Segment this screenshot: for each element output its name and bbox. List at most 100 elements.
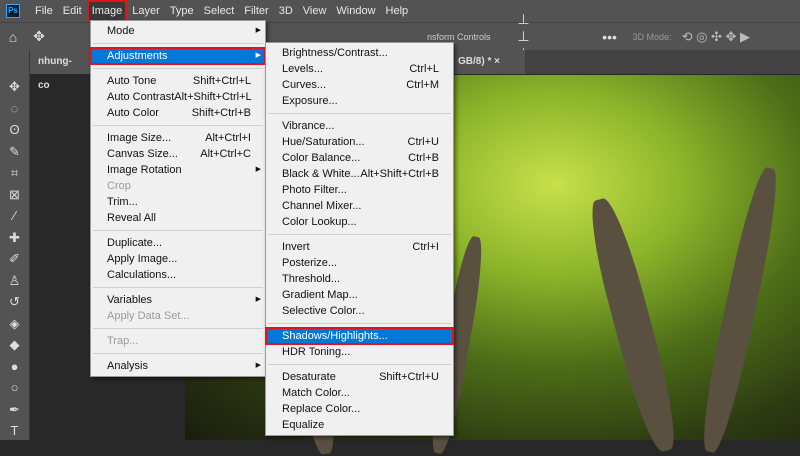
- menu-item-label: Hue/Saturation...: [282, 136, 365, 148]
- menu-item-auto-tone[interactable]: Auto Tone Shift+Ctrl+L: [91, 73, 265, 89]
- menu-image[interactable]: Image: [86, 0, 128, 22]
- menu-item-shadows-highlights[interactable]: Shadows/Highlights...: [265, 327, 454, 345]
- menu-item-selective-color[interactable]: Selective Color...: [266, 303, 453, 319]
- menu-item-brightness-contrast[interactable]: Brightness/Contrast...: [266, 45, 453, 61]
- menu-item-levels[interactable]: Levels... Ctrl+L: [266, 61, 453, 77]
- menu-filter[interactable]: Filter: [239, 0, 273, 22]
- menu-item-reveal-all[interactable]: Reveal All: [91, 210, 265, 226]
- menu-item-label: Replace Color...: [282, 403, 361, 415]
- blur-tool-icon[interactable]: ●: [0, 356, 29, 378]
- move-tool-icon[interactable]: ✥: [0, 76, 29, 98]
- home-icon[interactable]: ⌂: [0, 29, 26, 45]
- pen-tool-icon[interactable]: ✒: [0, 399, 29, 421]
- menu-item-shortcut: Alt+Ctrl+C: [200, 148, 251, 160]
- document-tab-active[interactable]: GB/8) * ×: [450, 50, 525, 74]
- menu-view[interactable]: View: [298, 0, 332, 22]
- lasso-tool-icon[interactable]: ʘ: [0, 119, 29, 141]
- menu-item-image-rotation[interactable]: Image Rotation ▶: [91, 162, 265, 178]
- menu-item-posterize[interactable]: Posterize...: [266, 255, 453, 271]
- menu-item-black-white[interactable]: Black & White... Alt+Shift+Ctrl+B: [266, 166, 453, 182]
- menu-item-label: Crop: [107, 180, 131, 192]
- menu-item-label: Image Rotation: [107, 164, 182, 176]
- menu-item-adjustments[interactable]: Adjustments ▶: [90, 47, 266, 65]
- menu-item-label: Posterize...: [282, 257, 338, 269]
- paint-bucket-icon[interactable]: ◆: [0, 334, 29, 356]
- menu-item-label: Auto Color: [107, 107, 159, 119]
- menu-item-image-size[interactable]: Image Size... Alt+Ctrl+I: [91, 130, 265, 146]
- submenu-arrow-icon: ▶: [255, 362, 261, 369]
- menu-item-equalize[interactable]: Equalize: [266, 417, 453, 433]
- menu-separator: [93, 230, 263, 231]
- menu-item-apply-data-set: Apply Data Set...: [91, 308, 265, 324]
- menu-file[interactable]: File: [30, 0, 58, 22]
- menu-item-hdr-toning[interactable]: HDR Toning...: [266, 344, 453, 360]
- brush-tool-icon[interactable]: ✐: [0, 248, 29, 270]
- menu-item-exposure[interactable]: Exposure...: [266, 93, 453, 109]
- history-brush-icon[interactable]: ↺: [0, 291, 29, 313]
- menu-item-label: Duplicate...: [107, 237, 163, 249]
- eyedropper-icon[interactable]: ⁄: [0, 205, 29, 227]
- menu-edit[interactable]: Edit: [58, 0, 87, 22]
- document-tab[interactable]: nhung-co: [30, 50, 90, 91]
- menu-help[interactable]: Help: [381, 0, 414, 22]
- menu-item-variables[interactable]: Variables ▶: [91, 292, 265, 308]
- frame-tool-icon[interactable]: ⊠: [0, 184, 29, 206]
- more-icon[interactable]: •••: [597, 29, 623, 45]
- menu-item-auto-contrast[interactable]: Auto Contrast Alt+Shift+Ctrl+L: [91, 89, 265, 105]
- type-tool-icon[interactable]: T: [0, 420, 29, 442]
- menu-item-replace-color[interactable]: Replace Color...: [266, 401, 453, 417]
- stamp-tool-icon[interactable]: ♙: [0, 270, 29, 292]
- menu-item-auto-color[interactable]: Auto Color Shift+Ctrl+B: [91, 105, 265, 121]
- menu-separator: [268, 364, 451, 365]
- submenu-arrow-icon: ▶: [255, 52, 261, 59]
- dodge-tool-icon[interactable]: ○: [0, 377, 29, 399]
- menu-item-shortcut: Alt+Shift+Ctrl+B: [360, 168, 439, 180]
- menu-item-color-balance[interactable]: Color Balance... Ctrl+B: [266, 150, 453, 166]
- menu-select[interactable]: Select: [199, 0, 240, 22]
- menu-item-invert[interactable]: Invert Ctrl+I: [266, 239, 453, 255]
- menu-item-label: Color Balance...: [282, 152, 361, 164]
- menu-item-trap: Trap...: [91, 333, 265, 349]
- menu-item-match-color[interactable]: Match Color...: [266, 385, 453, 401]
- menu-item-duplicate[interactable]: Duplicate...: [91, 235, 265, 251]
- menu-item-label: Variables: [107, 294, 153, 306]
- 3d-tools-icons[interactable]: ⟲ ◎ ✣ ✥ ▶: [682, 29, 750, 45]
- crop-tool-icon[interactable]: ⌗: [0, 162, 29, 184]
- menu-item-analysis[interactable]: Analysis ▶: [91, 358, 265, 374]
- menu-item-label: Brightness/Contrast...: [282, 47, 388, 59]
- menu-type[interactable]: Type: [165, 0, 199, 22]
- menu-layer[interactable]: Layer: [127, 0, 165, 22]
- submenu-arrow-icon: ▶: [255, 166, 261, 173]
- menu-item-curves[interactable]: Curves... Ctrl+M: [266, 77, 453, 93]
- menu-item-label: Apply Image...: [107, 253, 178, 265]
- menu-item-color-lookup[interactable]: Color Lookup...: [266, 214, 453, 230]
- menu-item-calculations[interactable]: Calculations...: [91, 267, 265, 283]
- menu-item-label: Trim...: [107, 196, 138, 208]
- menu-item-apply-image[interactable]: Apply Image...: [91, 251, 265, 267]
- menu-item-vibrance[interactable]: Vibrance...: [266, 118, 453, 134]
- menu-item-threshold[interactable]: Threshold...: [266, 271, 453, 287]
- menu-separator: [93, 287, 263, 288]
- image-menu: Mode ▶ Adjustments ▶ Auto Tone Shift+Ctrl+L Au…: [90, 20, 266, 377]
- eraser-icon[interactable]: ◈: [0, 313, 29, 335]
- menu-item-crop: Crop: [91, 178, 265, 194]
- menu-item-label: Equalize: [282, 419, 325, 431]
- menu-item-mode[interactable]: Mode ▶: [91, 23, 265, 39]
- menu-window[interactable]: Window: [331, 0, 380, 22]
- move-tool-icon[interactable]: ✥: [26, 28, 52, 45]
- menu-item-label: Channel Mixer...: [282, 200, 362, 212]
- marquee-tool-icon[interactable]: ◌: [0, 98, 29, 120]
- close-tab-icon[interactable]: ×: [494, 56, 500, 67]
- submenu-arrow-icon: ▶: [255, 296, 261, 303]
- menu-item-desaturate[interactable]: Desaturate Shift+Ctrl+U: [266, 369, 453, 385]
- menu-item-canvas-size[interactable]: Canvas Size... Alt+Ctrl+C: [91, 146, 265, 162]
- menu-3d[interactable]: 3D: [274, 0, 298, 22]
- menu-item-channel-mixer[interactable]: Channel Mixer...: [266, 198, 453, 214]
- menu-item-photo-filter[interactable]: Photo Filter...: [266, 182, 453, 198]
- menu-item-gradient-map[interactable]: Gradient Map...: [266, 287, 453, 303]
- photoshop-logo-icon: Ps: [6, 4, 20, 18]
- menu-item-trim[interactable]: Trim...: [91, 194, 265, 210]
- quick-select-icon[interactable]: ✎: [0, 141, 29, 163]
- menu-item-hue-saturation[interactable]: Hue/Saturation... Ctrl+U: [266, 134, 453, 150]
- healing-brush-icon[interactable]: ✚: [0, 227, 29, 249]
